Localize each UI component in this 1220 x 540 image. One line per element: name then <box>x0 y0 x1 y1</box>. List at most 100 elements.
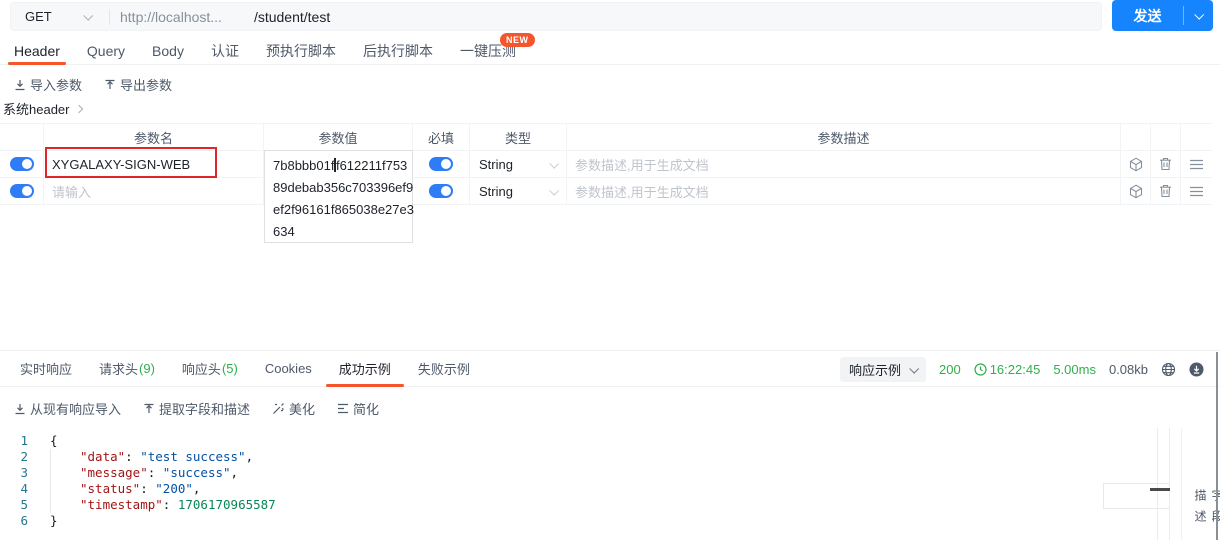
tab-realtime-response[interactable]: 实时响应 <box>20 351 72 386</box>
response-time: 16:22:45 <box>974 362 1040 377</box>
value-line: 89debab356c703396ef9 <box>273 180 414 195</box>
count-badge: (5) <box>221 361 238 376</box>
more-settings-button[interactable] <box>1121 151 1150 177</box>
tab-label: 响应头 <box>181 362 221 377</box>
import-params-button[interactable]: 导入参数 <box>14 75 82 94</box>
chevron-right-icon <box>75 104 84 113</box>
export-params-button[interactable]: 导出参数 <box>104 75 172 94</box>
tab-success-example[interactable]: 成功示例 <box>325 351 404 387</box>
tab-response-headers[interactable]: 响应头 (5) <box>182 351 238 386</box>
delete-row-button[interactable] <box>1151 178 1180 204</box>
required-toggle[interactable] <box>429 184 453 198</box>
enable-toggle[interactable] <box>9 184 34 198</box>
tab-header[interactable]: Header <box>8 38 66 65</box>
send-options-button[interactable] <box>1184 0 1213 31</box>
breadcrumb-label: 系统header <box>3 102 70 117</box>
params-toolbar: 导入参数 导出参数 <box>14 75 172 94</box>
response-example-label: 响应示例 <box>848 362 901 378</box>
column-header-name: 参数名 <box>44 124 264 151</box>
url-path-input[interactable]: /student/test <box>254 9 330 25</box>
drag-handle[interactable] <box>1181 178 1212 204</box>
column-header-actions <box>1151 124 1181 151</box>
response-meta-bar: 响应示例 200 16:22:45 5.00ms 0.08kb <box>839 356 1204 382</box>
download-icon[interactable] <box>1189 362 1204 377</box>
params-table: 参数名 参数值 必填 类型 参数描述 XYGALAXY-SIGN-WEB Str… <box>0 123 1212 205</box>
type-value: String <box>479 156 513 172</box>
code-line: 3 "message": "success", <box>0 465 1181 481</box>
beautify-button[interactable]: 美化 <box>272 399 315 418</box>
response-size: 0.08kb <box>1108 361 1148 377</box>
column-header-description: 参数描述 <box>567 124 1121 151</box>
type-select[interactable]: String <box>470 178 567 205</box>
divider <box>109 8 110 25</box>
description-input[interactable]: 参数描述,用于生成文档 <box>567 151 1121 178</box>
tab-auth[interactable]: 认证 <box>211 38 239 64</box>
tab-query[interactable]: Query <box>87 38 125 64</box>
tab-pre-script[interactable]: 预执行脚本 <box>266 38 336 64</box>
send-button-group: 发送 <box>1112 0 1213 31</box>
required-cell <box>413 151 470 178</box>
column-header-actions <box>1181 124 1212 151</box>
import-icon <box>15 403 25 414</box>
status-code: 200 <box>939 361 961 377</box>
enable-toggle[interactable] <box>9 157 34 171</box>
line-number: 2 <box>20 449 28 464</box>
drag-handle[interactable] <box>1181 151 1212 177</box>
drag-handle-icon <box>1190 186 1203 196</box>
tab-label: 请求头 <box>99 362 139 377</box>
column-header-actions <box>1121 124 1151 151</box>
api-tool-window: GET http://localhost... /student/test 发送… <box>0 0 1220 540</box>
extract-fields-button[interactable]: 提取字段和描述 <box>143 399 250 418</box>
import-from-response-button[interactable]: 从现有响应导入 <box>14 399 121 418</box>
count-badge: (9) <box>139 361 155 376</box>
method-select[interactable]: GET <box>11 9 99 24</box>
line-number: 5 <box>20 497 28 512</box>
globe-icon[interactable] <box>1161 362 1176 377</box>
more-settings-button[interactable] <box>1121 178 1150 204</box>
beautify-label: 美化 <box>289 402 316 417</box>
extract-fields-label: 提取字段和描述 <box>159 402 251 417</box>
chevron-down-icon <box>549 185 560 196</box>
code-line: 2 "data": "test success", <box>0 449 1181 465</box>
code-line: 1 { <box>0 433 1181 449</box>
column-header-value: 参数值 <box>264 124 413 151</box>
tab-request-headers[interactable]: 请求头 (9) <box>99 351 155 386</box>
chevron-down-icon <box>83 10 94 21</box>
line-number: 6 <box>20 513 28 528</box>
scrollbar-thumb[interactable] <box>1150 488 1170 491</box>
trash-icon <box>1160 157 1171 171</box>
tab-post-script[interactable]: 后执行脚本 <box>363 38 433 64</box>
lines-icon <box>338 403 349 414</box>
param-value-expanded-editor[interactable]: 7b8bbb01f f612211f753 89debab356c703396ef… <box>264 150 414 243</box>
chevron-down-icon <box>909 363 920 374</box>
description-input[interactable]: 参数描述,用于生成文档 <box>567 178 1121 205</box>
breadcrumb[interactable]: 系统header <box>3 99 84 118</box>
export-icon <box>105 79 115 89</box>
url-host-segment[interactable]: http://localhost... <box>120 9 222 25</box>
value-line: ef2f96161f865038e27e3 <box>273 202 414 217</box>
panel-divider <box>1181 428 1182 540</box>
required-cell <box>413 178 470 205</box>
type-select[interactable]: String <box>470 151 567 178</box>
tab-body[interactable]: Body <box>152 38 184 64</box>
drag-handle-icon <box>1190 159 1203 169</box>
editor-scrollbar[interactable] <box>1157 428 1170 540</box>
required-toggle[interactable] <box>429 157 453 171</box>
param-name-input[interactable]: 请输入 <box>44 178 264 205</box>
column-header-type: 类型 <box>470 124 567 151</box>
import-params-label: 导入参数 <box>30 78 83 93</box>
export-params-label: 导出参数 <box>120 78 173 93</box>
simplify-label: 简化 <box>353 402 380 417</box>
send-button[interactable]: 发送 <box>1112 0 1183 31</box>
trash-icon <box>1160 184 1171 198</box>
import-from-response-label: 从现有响应导入 <box>30 402 122 417</box>
simplify-button[interactable]: 简化 <box>337 399 379 418</box>
response-body-editor[interactable]: 1 { 2 "data": "test success", 3 "message… <box>0 428 1181 540</box>
panel-scrollbar[interactable] <box>1216 352 1218 540</box>
response-duration: 5.00ms <box>1053 361 1096 377</box>
tab-cookies[interactable]: Cookies <box>265 351 312 386</box>
response-example-select[interactable]: 响应示例 <box>839 356 926 382</box>
param-name-input[interactable]: XYGALAXY-SIGN-WEB <box>44 151 264 178</box>
tab-failure-example[interactable]: 失败示例 <box>418 351 470 386</box>
delete-row-button[interactable] <box>1151 151 1180 177</box>
